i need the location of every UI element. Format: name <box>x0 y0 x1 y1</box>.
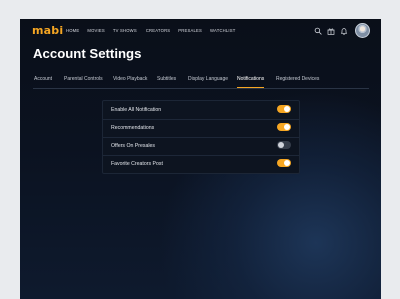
top-navigation-bar: mabi HOME MOVIES TV SHOWS CREATORS PRESA… <box>20 19 381 43</box>
favorite-creators-post-toggle[interactable] <box>277 159 291 167</box>
notification-row-favorite-creators-post: Favorite Creators Post <box>103 155 299 173</box>
settings-tabs: Account Parental Controls Video Playback… <box>33 76 369 89</box>
notification-row-recommendations: Recommendations <box>103 119 299 138</box>
toggle-knob <box>284 124 290 130</box>
tab-parental-controls[interactable]: Parental Controls <box>64 76 103 82</box>
user-avatar[interactable] <box>355 23 370 38</box>
page-title: Account Settings <box>33 46 142 61</box>
gift-icon[interactable] <box>327 27 335 35</box>
notification-label: Favorite Creators Post <box>111 161 163 167</box>
enable-all-toggle[interactable] <box>277 105 291 113</box>
toggle-knob <box>278 142 284 148</box>
app-window: mabi HOME MOVIES TV SHOWS CREATORS PRESA… <box>20 19 381 299</box>
tab-account[interactable]: Account <box>34 76 52 82</box>
notification-row-offers-on-presales: Offers On Presales <box>103 137 299 156</box>
header-icons <box>20 25 381 39</box>
tab-registered-devices[interactable]: Registered Devices <box>276 76 319 82</box>
toggle-knob <box>284 106 290 112</box>
tab-subtitles[interactable]: Subtitles <box>157 76 176 82</box>
notification-row-enable-all: Enable All Notification <box>103 101 299 120</box>
toggle-knob <box>284 160 290 166</box>
tab-notifications[interactable]: Notifications <box>237 76 265 89</box>
notification-settings-panel: Enable All Notification Recommendations … <box>102 100 300 174</box>
notification-label: Offers On Presales <box>111 143 156 149</box>
search-icon[interactable] <box>314 27 322 35</box>
tab-display-language[interactable]: Display Language <box>188 76 228 82</box>
notification-label: Recommendations <box>111 125 155 131</box>
tab-video-playback[interactable]: Video Playback <box>113 76 147 82</box>
offers-on-presales-toggle[interactable] <box>277 141 291 149</box>
recommendations-toggle[interactable] <box>277 123 291 131</box>
notification-label: Enable All Notification <box>111 107 162 113</box>
bell-icon[interactable] <box>340 27 348 35</box>
